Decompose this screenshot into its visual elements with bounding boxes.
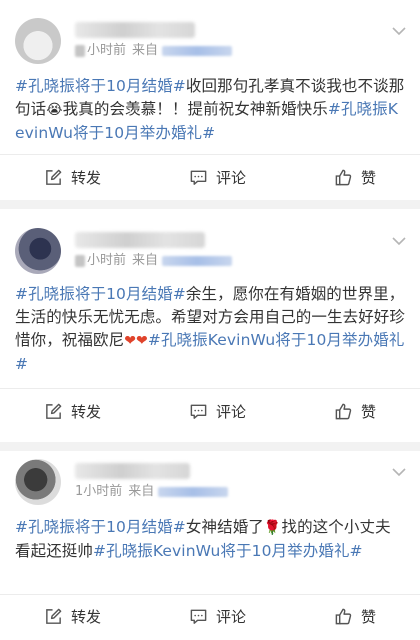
rose-emoji: 🌹 xyxy=(263,520,282,536)
topic-link[interactable]: #孔晓振将于10月结婚# xyxy=(15,518,186,536)
divider xyxy=(0,388,420,389)
post-meta: 小时前 来自 xyxy=(75,252,233,270)
like-label: 赞 xyxy=(360,402,376,421)
thumbs-up-icon xyxy=(335,169,352,185)
thumbs-up-icon xyxy=(335,403,352,419)
edit-square-icon xyxy=(46,608,62,624)
avatar[interactable] xyxy=(15,18,61,64)
post-text: #孔晓振将于10月结婚#女神结婚了🌹找的这个小丈夫看起还挺帅#孔晓振KevinW… xyxy=(15,516,406,563)
comment-bubble-icon xyxy=(190,609,207,624)
post-text: #孔晓振将于10月结婚#收回那句孔孝真不谈我也不谈那句话😭我真的会羡慕！！提前祝… xyxy=(15,75,406,145)
blurred-source[interactable] xyxy=(162,45,233,56)
comment-label: 评论 xyxy=(215,402,246,421)
edit-square-icon xyxy=(46,403,62,419)
source-label: 来自 xyxy=(128,484,155,499)
action-bar: 转发 评论 赞 xyxy=(0,161,420,193)
comment-button[interactable]: 评论 xyxy=(189,401,246,422)
repost-button[interactable]: 转发 xyxy=(44,401,101,422)
topic-link[interactable]: #孔晓振将于10月结婚# xyxy=(15,77,186,95)
comment-bubble-icon xyxy=(190,404,207,419)
source-label: 来自 xyxy=(132,253,159,268)
divider xyxy=(0,154,420,155)
post-text: #孔晓振将于10月结婚#余生，愿你在有婚姻的世界里，生活的快乐无忧无虑。希望对方… xyxy=(15,283,406,376)
post-header: 小时前 来自 xyxy=(15,228,408,276)
like-label: 赞 xyxy=(360,607,376,626)
repost-button[interactable]: 转发 xyxy=(44,167,101,188)
thumbs-up-icon xyxy=(335,608,352,624)
post-meta: 小时前 来自 xyxy=(75,42,233,60)
post-text-segment: 我真的会羡慕！！提前祝女神新婚快乐 xyxy=(62,100,328,118)
topic-link[interactable]: #孔晓振KevinWu将于10月举办婚礼# xyxy=(93,542,363,560)
chevron-down-icon[interactable] xyxy=(390,463,408,481)
topic-link[interactable]: #孔晓振将于10月结婚# xyxy=(15,285,186,303)
post-meta: 1小时前 来自 xyxy=(75,483,229,501)
blurred-time-digit xyxy=(75,44,85,57)
repost-label: 转发 xyxy=(70,607,101,626)
comment-label: 评论 xyxy=(215,168,246,187)
comment-bubble-icon xyxy=(190,170,207,185)
repost-label: 转发 xyxy=(70,402,101,421)
comment-label: 评论 xyxy=(215,607,246,626)
avatar[interactable] xyxy=(15,228,61,274)
like-label: 赞 xyxy=(360,168,376,187)
red-heart-emoji: ❤❤ xyxy=(124,333,148,349)
repost-label: 转发 xyxy=(70,168,101,187)
blurred-source[interactable] xyxy=(162,255,233,266)
blurred-nickname[interactable] xyxy=(75,463,190,479)
blurred-source[interactable] xyxy=(158,486,229,497)
post-time: 小时前 xyxy=(87,43,127,58)
post-text-segment: 女神结婚了 xyxy=(185,518,264,536)
edit-square-icon xyxy=(46,169,62,185)
weibo-post-1: 小时前 来自 #孔晓振将于10月结婚#收回那句孔孝真不谈我也不谈那句话😭我真的会羡… xyxy=(0,0,420,200)
divider xyxy=(0,594,420,595)
action-bar: 转发 评论 赞 xyxy=(0,395,420,427)
comment-button[interactable]: 评论 xyxy=(189,167,246,188)
weibo-post-2: 小时前 来自 #孔晓振将于10月结婚#余生，愿你在有婚姻的世界里，生活的快乐无忧无… xyxy=(0,209,420,442)
chevron-down-icon[interactable] xyxy=(390,22,408,40)
chevron-down-icon[interactable] xyxy=(390,232,408,250)
post-header: 小时前 来自 xyxy=(15,18,408,66)
action-bar: 转发 评论 赞 xyxy=(0,600,420,632)
comment-button[interactable]: 评论 xyxy=(189,606,246,627)
repost-button[interactable]: 转发 xyxy=(44,606,101,627)
avatar[interactable] xyxy=(15,459,61,505)
blurred-nickname[interactable] xyxy=(75,232,205,248)
post-time: 小时前 xyxy=(87,253,127,268)
like-button[interactable]: 赞 xyxy=(334,167,376,188)
post-time: 1小时前 xyxy=(75,484,123,499)
blurred-time-digit xyxy=(75,254,85,267)
like-button[interactable]: 赞 xyxy=(334,401,376,422)
like-button[interactable]: 赞 xyxy=(334,606,376,627)
source-label: 来自 xyxy=(132,43,159,58)
post-header: 1小时前 来自 xyxy=(15,459,408,507)
weibo-post-3: 1小时前 来自 #孔晓振将于10月结婚#女神结婚了🌹找的这个小丈夫看起还挺帅#孔晓… xyxy=(0,451,420,640)
blurred-nickname[interactable] xyxy=(75,22,195,38)
crying-emoji: 😭 xyxy=(46,102,63,118)
